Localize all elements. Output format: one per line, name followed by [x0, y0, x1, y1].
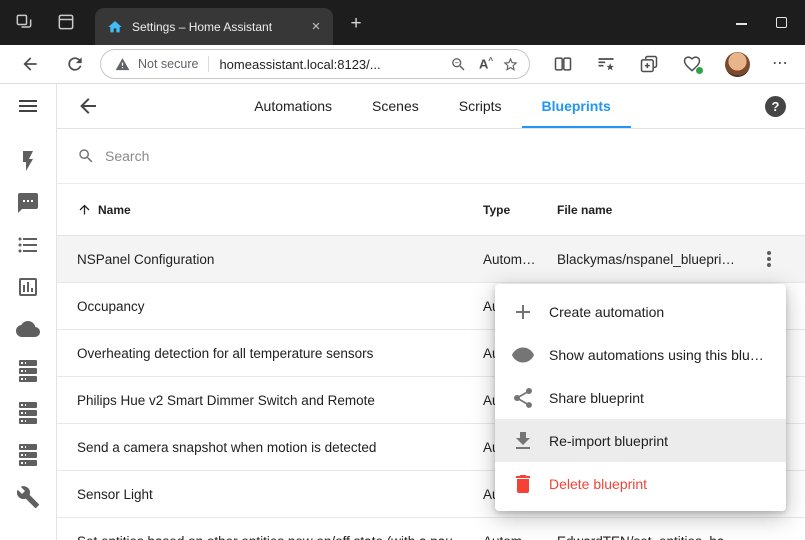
- tab-actions-icon[interactable]: [56, 12, 76, 32]
- profile-avatar[interactable]: [725, 52, 750, 77]
- assist-icon[interactable]: [16, 191, 40, 215]
- collections-icon[interactable]: [639, 54, 659, 74]
- favorite-star-icon[interactable]: [502, 56, 519, 73]
- tab-blueprints[interactable]: Blueprints: [522, 84, 631, 128]
- row-name: Send a camera snapshot when motion is de…: [77, 440, 483, 455]
- row-file: Blackymas/nspanel_blueprin…: [557, 252, 757, 267]
- tab-scenes[interactable]: Scenes: [352, 84, 439, 128]
- menu-item-create-automation[interactable]: Create automation: [495, 290, 786, 333]
- download-icon: [511, 429, 535, 453]
- back-button[interactable]: [20, 54, 40, 74]
- row-file: EdwardTEN/set_entities_bas…: [557, 534, 757, 540]
- server-icon-3[interactable]: [16, 443, 40, 467]
- table-header: Name Type File name: [57, 184, 805, 236]
- not-secure-warning-icon: [115, 57, 130, 72]
- row-type: Autom…: [483, 534, 557, 540]
- logbook-icon[interactable]: [16, 233, 40, 257]
- tab-title: Settings – Home Assistant: [132, 20, 307, 34]
- ha-header: Automations Scenes Scripts Blueprints ?: [57, 84, 805, 129]
- row-name: Overheating detection for all temperatur…: [77, 346, 483, 361]
- back-arrow-icon[interactable]: [76, 94, 100, 118]
- row-name: NSPanel Configuration: [77, 252, 483, 267]
- delete-icon: [511, 472, 535, 496]
- menu-item-share-blueprint[interactable]: Share blueprint: [495, 376, 786, 419]
- row-type: Autom…: [483, 252, 557, 267]
- search-input[interactable]: [105, 148, 805, 164]
- address-divider: [208, 56, 209, 72]
- row-name: Philips Hue v2 Smart Dimmer Switch and R…: [77, 393, 483, 408]
- address-bar[interactable]: Not secure homeassistant.local:8123/... …: [100, 49, 530, 79]
- ha-tab-bar: Automations Scenes Scripts Blueprints: [100, 84, 765, 128]
- row-name: Set entities based on other entities new…: [77, 534, 483, 540]
- table-row[interactable]: Set entities based on other entities new…: [57, 518, 805, 540]
- essentials-status-dot: [695, 66, 704, 75]
- table-row[interactable]: NSPanel Configuration Autom… Blackymas/n…: [57, 236, 805, 283]
- menu-item-delete-blueprint[interactable]: Delete blueprint: [495, 462, 786, 505]
- url-text: homeassistant.local:8123/...: [219, 57, 440, 72]
- developer-tools-icon[interactable]: [16, 485, 40, 509]
- column-file[interactable]: File name: [557, 203, 757, 217]
- plus-icon: [511, 300, 535, 324]
- home-assistant-favicon: [107, 19, 123, 35]
- share-icon: [511, 386, 535, 410]
- split-screen-icon[interactable]: [553, 54, 573, 74]
- new-tab-button[interactable]: +: [344, 12, 368, 36]
- sort-ascending-icon[interactable]: [77, 202, 92, 217]
- read-aloud-icon[interactable]: A^: [479, 57, 493, 70]
- row-overflow-icon[interactable]: [757, 247, 781, 271]
- tab-scripts[interactable]: Scripts: [439, 84, 522, 128]
- search-row: [57, 129, 805, 184]
- browser-menu-icon[interactable]: ⋯: [772, 54, 789, 74]
- favorites-icon[interactable]: [596, 54, 616, 74]
- browser-titlebar: Settings – Home Assistant × +: [0, 0, 805, 45]
- browser-tab[interactable]: Settings – Home Assistant ×: [95, 8, 333, 45]
- maximize-button[interactable]: [776, 17, 787, 28]
- ha-sidebar: [0, 84, 57, 540]
- minimize-button[interactable]: [736, 23, 747, 25]
- browser-window: Settings – Home Assistant × + Not secure…: [0, 0, 805, 540]
- cloud-icon[interactable]: [16, 317, 40, 341]
- row-name: Sensor Light: [77, 487, 483, 502]
- zoom-icon[interactable]: [450, 56, 467, 73]
- search-icon: [77, 147, 95, 165]
- tab-close-button[interactable]: ×: [307, 18, 325, 36]
- workspaces-icon[interactable]: [14, 12, 34, 32]
- menu-item-reimport-blueprint[interactable]: Re-import blueprint: [495, 419, 786, 462]
- browser-toolbar: Not secure homeassistant.local:8123/... …: [0, 45, 805, 84]
- tab-automations[interactable]: Automations: [234, 84, 352, 128]
- menu-item-show-automations[interactable]: Show automations using this blueprint: [495, 333, 786, 376]
- refresh-button[interactable]: [65, 54, 85, 74]
- eye-icon: [511, 343, 535, 367]
- context-menu: Create automation Show automations using…: [495, 284, 786, 511]
- security-label: Not secure: [138, 57, 198, 71]
- history-icon[interactable]: [16, 275, 40, 299]
- server-icon-1[interactable]: [16, 359, 40, 383]
- energy-icon[interactable]: [16, 149, 40, 173]
- browser-essentials-icon[interactable]: [682, 54, 702, 74]
- sidebar-menu-icon[interactable]: [16, 94, 40, 118]
- server-icon-2[interactable]: [16, 401, 40, 425]
- column-type[interactable]: Type: [483, 203, 557, 217]
- help-icon[interactable]: ?: [765, 96, 786, 117]
- column-name[interactable]: Name: [98, 203, 131, 217]
- row-name: Occupancy: [77, 299, 483, 314]
